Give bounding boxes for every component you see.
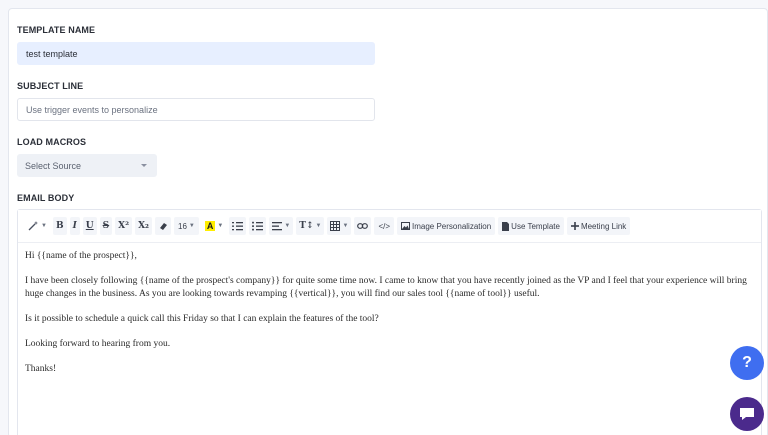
text-size-dropdown[interactable]: T↕ ▼ xyxy=(296,217,325,235)
bold-button[interactable]: B xyxy=(52,217,67,235)
align-dropdown[interactable]: ▼ xyxy=(269,217,294,235)
text-size-icon: T↕ xyxy=(299,221,314,231)
subscript-button[interactable]: X₂ xyxy=(135,217,153,235)
highlight-color-button[interactable]: A ▼ xyxy=(202,217,226,235)
link-icon xyxy=(357,223,369,229)
magic-wand-icon xyxy=(28,221,38,231)
magic-wand-button[interactable]: ▼ xyxy=(24,217,50,235)
ordered-list-button[interactable] xyxy=(229,217,247,235)
email-signoff: Thanks! xyxy=(25,364,57,374)
eraser-icon xyxy=(160,223,168,230)
email-paragraph: Is it possible to schedule a quick call … xyxy=(25,314,379,324)
question-mark-icon: ? xyxy=(742,354,752,371)
email-body-editor[interactable]: ▼ B I U S X² X₂ 16 ▼ A ▼ ▼ T↕ ▼ ▼ </> Im… xyxy=(17,209,762,435)
align-left-icon xyxy=(272,222,283,231)
font-size-dropdown[interactable]: 16 ▼ xyxy=(174,217,199,235)
email-body-content[interactable]: Hi {{name of the prospect}}, I have been… xyxy=(25,250,755,388)
editor-toolbar: ▼ B I U S X² X₂ 16 ▼ A ▼ ▼ T↕ ▼ ▼ </> Im… xyxy=(18,210,761,243)
image-personalization-label: Image Personalization xyxy=(412,221,492,231)
underline-button[interactable]: U xyxy=(82,217,97,235)
use-template-label: Use Template xyxy=(511,221,560,231)
chevron-down-icon: ▼ xyxy=(284,223,291,229)
table-icon xyxy=(330,221,341,231)
clear-format-button[interactable] xyxy=(155,217,172,235)
template-form-card: TEMPLATE NAME test template SUBJECT LINE… xyxy=(8,8,768,435)
chevron-down-icon: ▼ xyxy=(217,223,224,229)
chevron-down-icon: ▼ xyxy=(342,223,349,229)
chevron-down-icon: ▼ xyxy=(41,223,47,229)
email-paragraph: Looking forward to hearing from you. xyxy=(25,339,171,349)
file-icon xyxy=(502,221,510,231)
load-macros-selected-value: Select Source xyxy=(25,160,82,171)
use-template-button[interactable]: Use Template xyxy=(498,217,564,235)
font-size-value: 16 xyxy=(178,221,187,231)
table-dropdown[interactable]: ▼ xyxy=(327,217,352,235)
chat-button[interactable] xyxy=(730,397,764,431)
unordered-list-icon xyxy=(252,221,264,231)
plus-icon xyxy=(570,222,579,230)
superscript-button[interactable]: X² xyxy=(115,217,133,235)
image-personalization-button[interactable]: Image Personalization xyxy=(397,217,496,235)
meeting-link-button[interactable]: Meeting Link xyxy=(566,217,631,235)
email-body-label: EMAIL BODY xyxy=(17,193,75,203)
strikethrough-button[interactable]: S xyxy=(99,217,113,235)
chevron-down-icon: ▼ xyxy=(188,223,195,229)
load-macros-select[interactable]: Select Source xyxy=(17,154,157,177)
highlight-icon: A xyxy=(204,221,216,231)
chat-bubble-icon xyxy=(740,408,754,420)
subject-line-label: SUBJECT LINE xyxy=(17,81,84,91)
help-button[interactable]: ? xyxy=(730,346,764,380)
ordered-list-icon xyxy=(232,222,244,231)
load-macros-label: LOAD MACROS xyxy=(17,137,87,147)
chevron-down-icon xyxy=(141,164,147,167)
email-paragraph: I have been closely following {{name of … xyxy=(25,276,747,299)
image-icon xyxy=(401,222,411,230)
chevron-down-icon: ▼ xyxy=(315,223,322,229)
email-greeting: Hi {{name of the prospect}}, xyxy=(25,251,137,261)
code-view-button[interactable]: </> xyxy=(374,217,395,235)
meeting-link-label: Meeting Link xyxy=(580,221,627,231)
link-button[interactable] xyxy=(354,217,372,235)
template-name-label: TEMPLATE NAME xyxy=(17,25,96,35)
unordered-list-button[interactable] xyxy=(249,217,267,235)
template-name-input[interactable]: test template xyxy=(17,42,375,65)
subject-line-input[interactable]: Use trigger events to personalize xyxy=(17,98,375,121)
italic-button[interactable]: I xyxy=(69,217,80,235)
